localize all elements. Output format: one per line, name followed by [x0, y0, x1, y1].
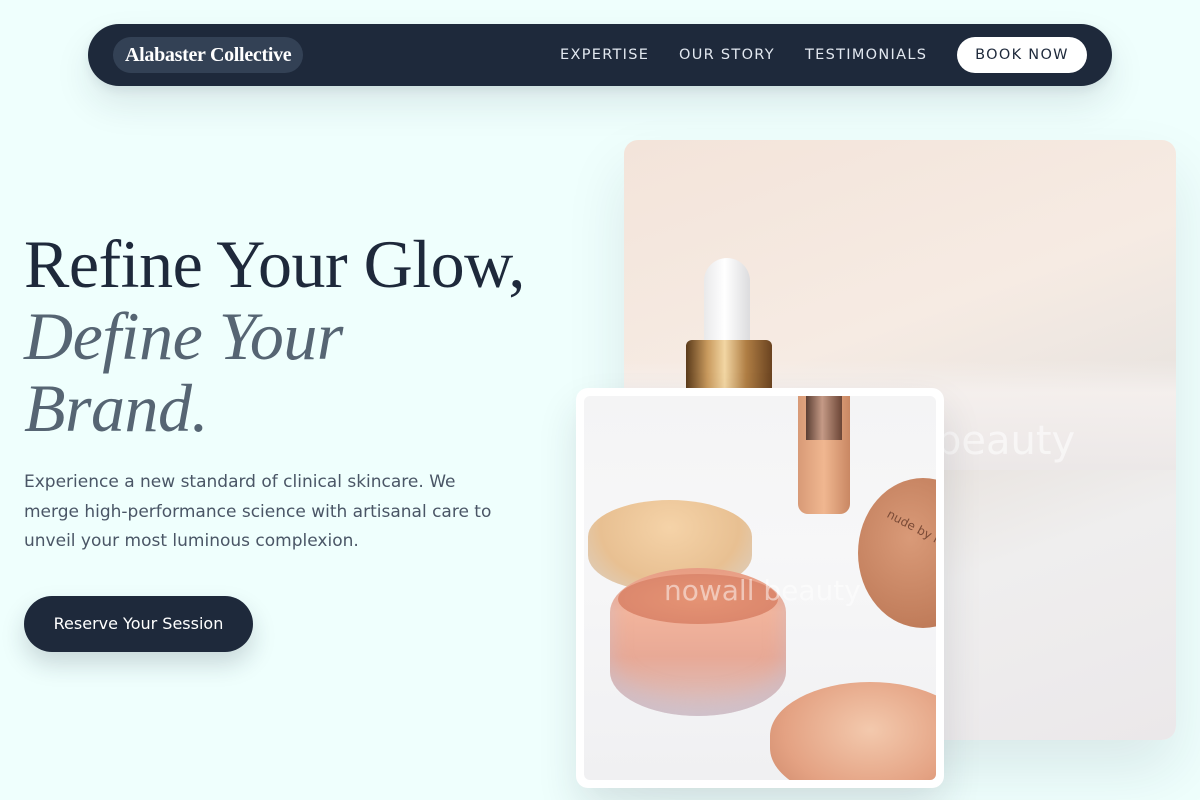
reserve-session-button[interactable]: Reserve Your Session — [24, 596, 253, 652]
hero-headline: Refine Your Glow, Define Your Brand. — [24, 228, 604, 444]
nav-link-expertise[interactable]: EXPERTISE — [560, 24, 649, 86]
nav-link-testimonials[interactable]: TESTIMONIALS — [805, 24, 927, 86]
dropper-bulb — [704, 258, 750, 346]
photo-watermark: beauty — [936, 418, 1076, 464]
inset-watermark: nowall beauty — [664, 574, 861, 607]
powder-jars-photo-card: nude by na nowall beauty — [576, 388, 944, 788]
top-navigation: Alabaster Collective EXPERTISE OUR STORY… — [88, 24, 1112, 86]
copper-lid — [858, 478, 936, 628]
headline-line-2: Define Your — [24, 298, 343, 374]
hero-description: Experience a new standard of clinical sk… — [24, 472, 492, 551]
headline-line-3: Brand. — [24, 370, 209, 446]
book-now-button[interactable]: BOOK NOW — [957, 37, 1087, 73]
nav-link-our-story[interactable]: OUR STORY — [679, 24, 775, 86]
bottle-cap — [806, 396, 842, 440]
powder-jars-photo: nude by na nowall beauty — [584, 396, 936, 780]
open-lid — [770, 682, 936, 780]
headline-line-1: Refine Your Glow, — [24, 226, 525, 302]
